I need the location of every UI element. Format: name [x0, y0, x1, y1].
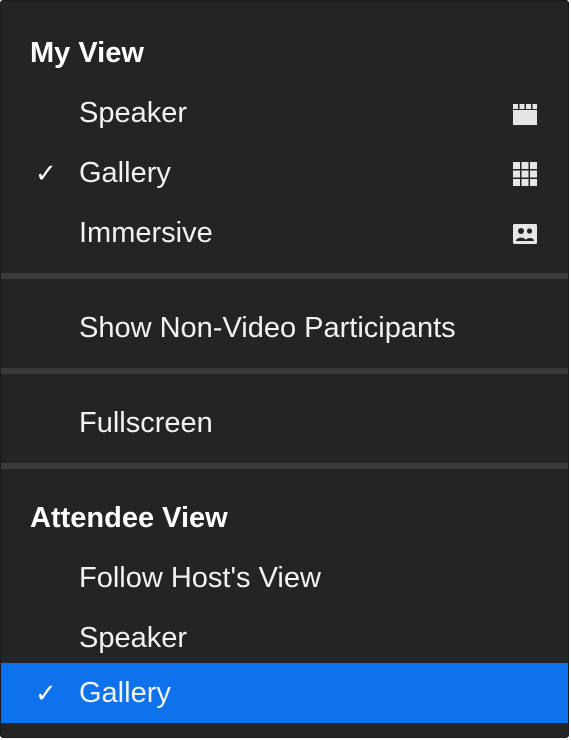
menu-item-my-view-gallery[interactable]: ✓ Gallery — [1, 143, 568, 203]
menu-item-label: Immersive — [79, 217, 213, 249]
checkmark-icon: ✓ — [35, 678, 57, 708]
menu-item-attendee-speaker[interactable]: Speaker — [1, 608, 568, 668]
my-view-header: My View — [30, 37, 144, 69]
immersive-view-icon — [513, 224, 537, 244]
menu-item-label: Speaker — [79, 97, 188, 129]
menu-item-show-non-video-participants[interactable]: Show Non-Video Participants — [1, 298, 568, 358]
checkmark-icon: ✓ — [35, 158, 57, 188]
menu-item-label: Follow Host's View — [79, 562, 321, 594]
menu-divider — [1, 273, 568, 279]
gallery-view-icon — [513, 162, 537, 186]
menu-divider — [1, 463, 568, 469]
menu-item-label: Fullscreen — [79, 407, 213, 439]
attendee-view-header: Attendee View — [30, 502, 228, 534]
view-options-menu: My View Speaker ✓ Gallery Immersive Show… — [0, 0, 569, 738]
menu-item-label: Gallery — [79, 677, 171, 709]
menu-item-my-view-speaker[interactable]: Speaker — [1, 83, 568, 143]
menu-item-label: Gallery — [79, 157, 171, 189]
menu-item-my-view-immersive[interactable]: Immersive — [1, 203, 568, 263]
speaker-view-icon — [513, 104, 537, 125]
menu-item-fullscreen[interactable]: Fullscreen — [1, 393, 568, 453]
menu-item-attendee-gallery[interactable]: ✓ Gallery — [1, 663, 568, 723]
menu-item-label: Show Non-Video Participants — [79, 312, 456, 344]
menu-item-follow-hosts-view[interactable]: Follow Host's View — [1, 548, 568, 608]
menu-divider — [1, 368, 568, 374]
menu-item-label: Speaker — [79, 622, 188, 654]
